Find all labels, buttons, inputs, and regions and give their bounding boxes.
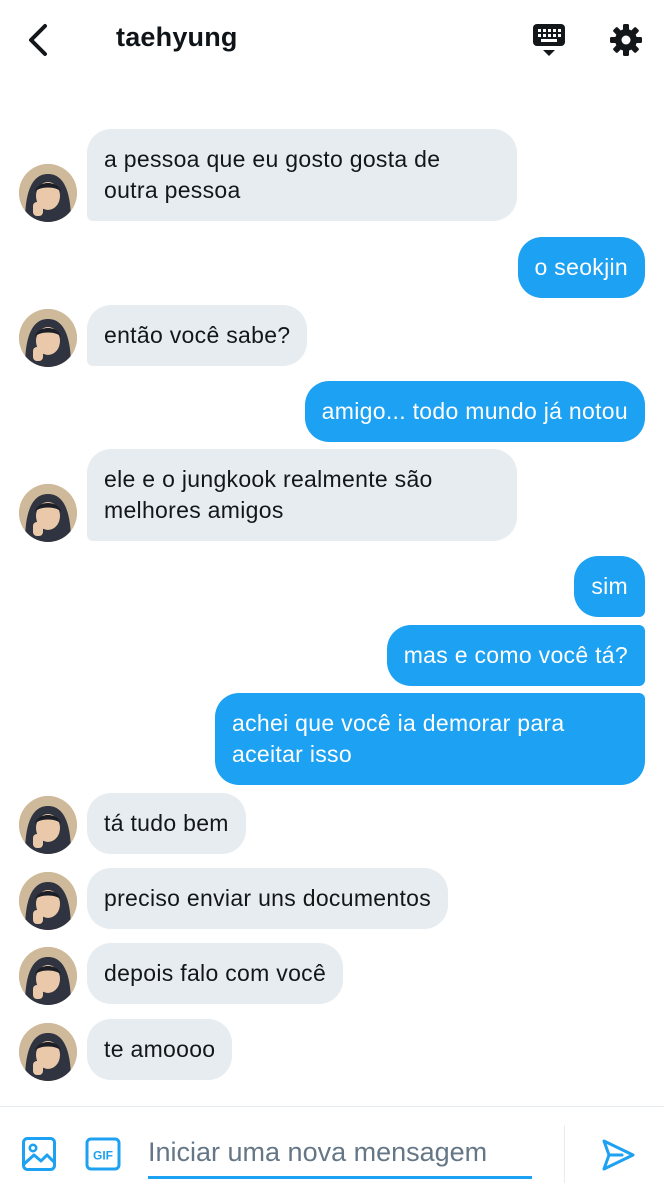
avatar[interactable]	[19, 1023, 77, 1081]
avatar-icon	[19, 1023, 77, 1081]
received-message[interactable]: depois falo com você	[87, 943, 344, 1004]
conversation-header: taehyung	[0, 0, 664, 80]
avatar[interactable]	[19, 872, 77, 930]
avatar-icon	[19, 796, 77, 854]
gif-icon: GIF	[85, 1137, 121, 1171]
add-media-button[interactable]	[20, 1135, 58, 1173]
avatar-icon	[19, 947, 77, 1005]
avatar-icon	[19, 484, 77, 542]
gif-label: GIF	[93, 1149, 113, 1163]
send-icon	[602, 1139, 635, 1171]
received-message[interactable]: te amoooo	[87, 1019, 233, 1080]
dm-conversation-screen: taehyung a pessoa que eu gosto gosta de …	[0, 0, 664, 1200]
received-message[interactable]: ele e o jungkook realmente são melhores …	[87, 449, 517, 541]
send-button[interactable]	[598, 1135, 638, 1175]
conversation-title[interactable]: taehyung	[116, 22, 238, 53]
message-input[interactable]	[148, 1129, 532, 1175]
avatar[interactable]	[19, 796, 77, 854]
message-composer: GIF	[0, 1106, 664, 1200]
add-gif-button[interactable]: GIF	[84, 1137, 122, 1171]
avatar[interactable]	[19, 947, 77, 1005]
image-icon	[22, 1137, 56, 1171]
composer-divider	[564, 1125, 565, 1183]
received-message[interactable]: então você sabe?	[87, 305, 308, 366]
chevron-left-icon	[29, 24, 47, 56]
received-message[interactable]: preciso enviar uns documentos	[87, 868, 449, 929]
avatar-icon	[19, 872, 77, 930]
avatar[interactable]	[19, 164, 77, 222]
received-message[interactable]: a pessoa que eu gosto gosta de outra pes…	[87, 129, 517, 221]
gear-icon	[610, 24, 642, 56]
received-message[interactable]: tá tudo bem	[87, 793, 246, 854]
sent-message[interactable]: mas e como você tá?	[386, 625, 645, 686]
keyboard-button[interactable]	[528, 20, 570, 60]
message-thread[interactable]: a pessoa que eu gosto gosta de outra pes…	[0, 80, 664, 1106]
message-input-wrapper	[148, 1129, 532, 1179]
sent-message[interactable]: achei que você ia demorar para aceitar i…	[215, 693, 645, 785]
sent-message[interactable]: o seokjin	[517, 237, 645, 298]
avatar[interactable]	[19, 484, 77, 542]
avatar-icon	[19, 164, 77, 222]
avatar[interactable]	[19, 309, 77, 367]
avatar-icon	[19, 309, 77, 367]
sent-message[interactable]: amigo... todo mundo já notou	[304, 381, 645, 442]
sent-message[interactable]: sim	[574, 556, 645, 617]
keyboard-icon	[533, 24, 565, 56]
settings-button[interactable]	[606, 20, 646, 60]
back-button[interactable]	[18, 20, 58, 60]
